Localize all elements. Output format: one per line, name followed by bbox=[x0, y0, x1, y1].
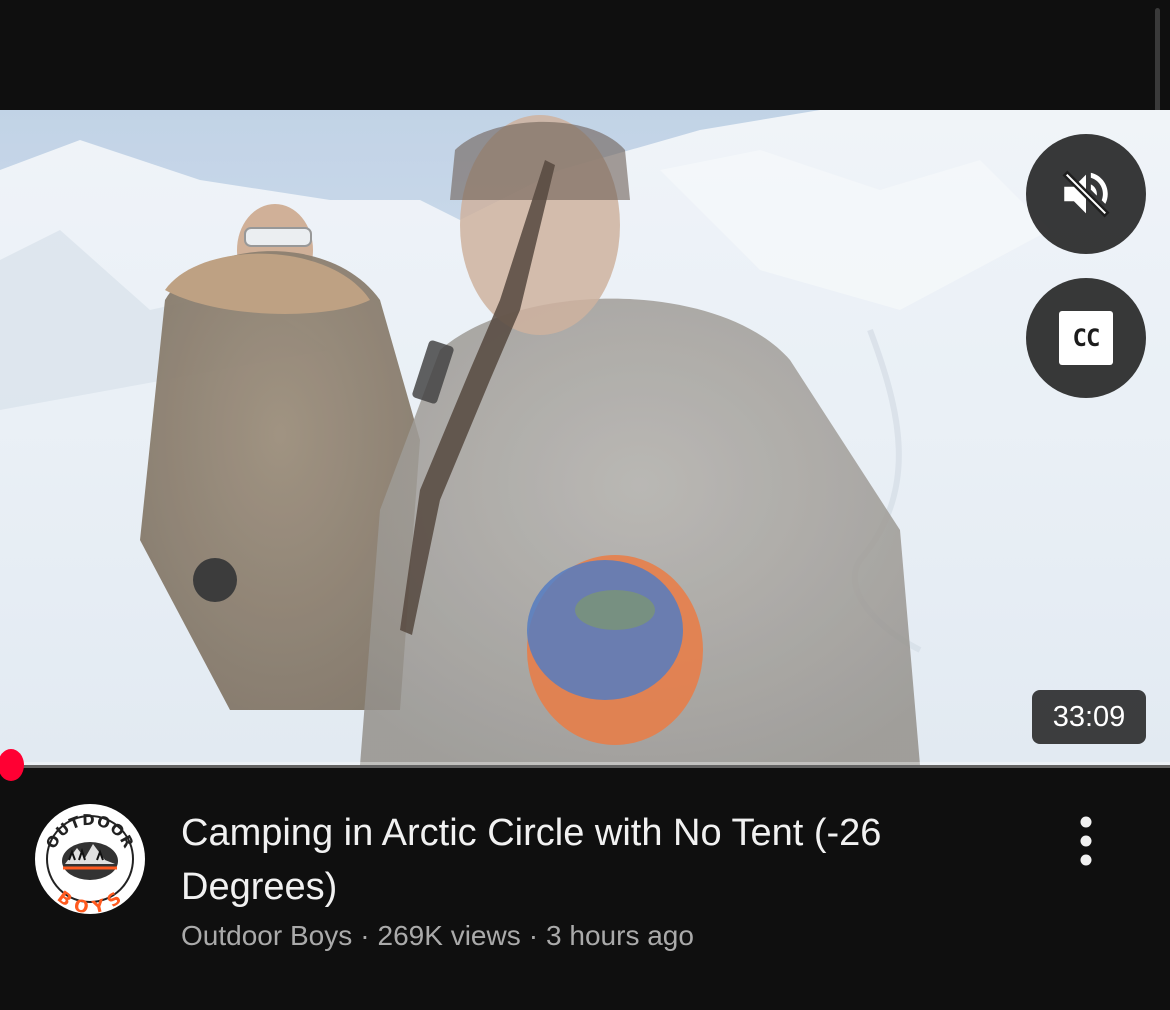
captions-button[interactable]: CC bbox=[1026, 278, 1146, 398]
meta-separator: · bbox=[360, 920, 370, 951]
top-bar bbox=[0, 0, 1170, 308]
volume-off-icon bbox=[1062, 170, 1110, 218]
channel-name[interactable]: Outdoor Boys bbox=[181, 920, 352, 951]
video-thumbnail[interactable]: CC 33:09 bbox=[0, 110, 1170, 765]
video-card: CC 33:09 OUTDOOR BOYS Camping in Arctic … bbox=[0, 0, 1170, 1010]
mute-button[interactable] bbox=[1026, 134, 1146, 254]
meta-separator: · bbox=[528, 920, 539, 951]
more-vert-icon bbox=[1080, 816, 1092, 866]
thumbnail-image bbox=[0, 110, 1170, 765]
video-title[interactable]: Camping in Arctic Circle with No Tent (-… bbox=[181, 806, 1021, 914]
cc-icon: CC bbox=[1059, 311, 1113, 365]
channel-avatar[interactable]: OUTDOOR BOYS bbox=[35, 804, 145, 914]
video-info: OUTDOOR BOYS Camping in Arctic Circle wi… bbox=[0, 768, 1170, 1010]
more-options-button[interactable] bbox=[1060, 808, 1112, 874]
outdoor-boys-logo: OUTDOOR BOYS bbox=[37, 806, 143, 914]
duration-badge: 33:09 bbox=[1032, 690, 1146, 744]
upload-age: 3 hours ago bbox=[546, 920, 694, 951]
video-meta: Outdoor Boys · 269K views · 3 hours ago bbox=[181, 920, 1021, 952]
view-count: 269K views bbox=[377, 920, 521, 951]
